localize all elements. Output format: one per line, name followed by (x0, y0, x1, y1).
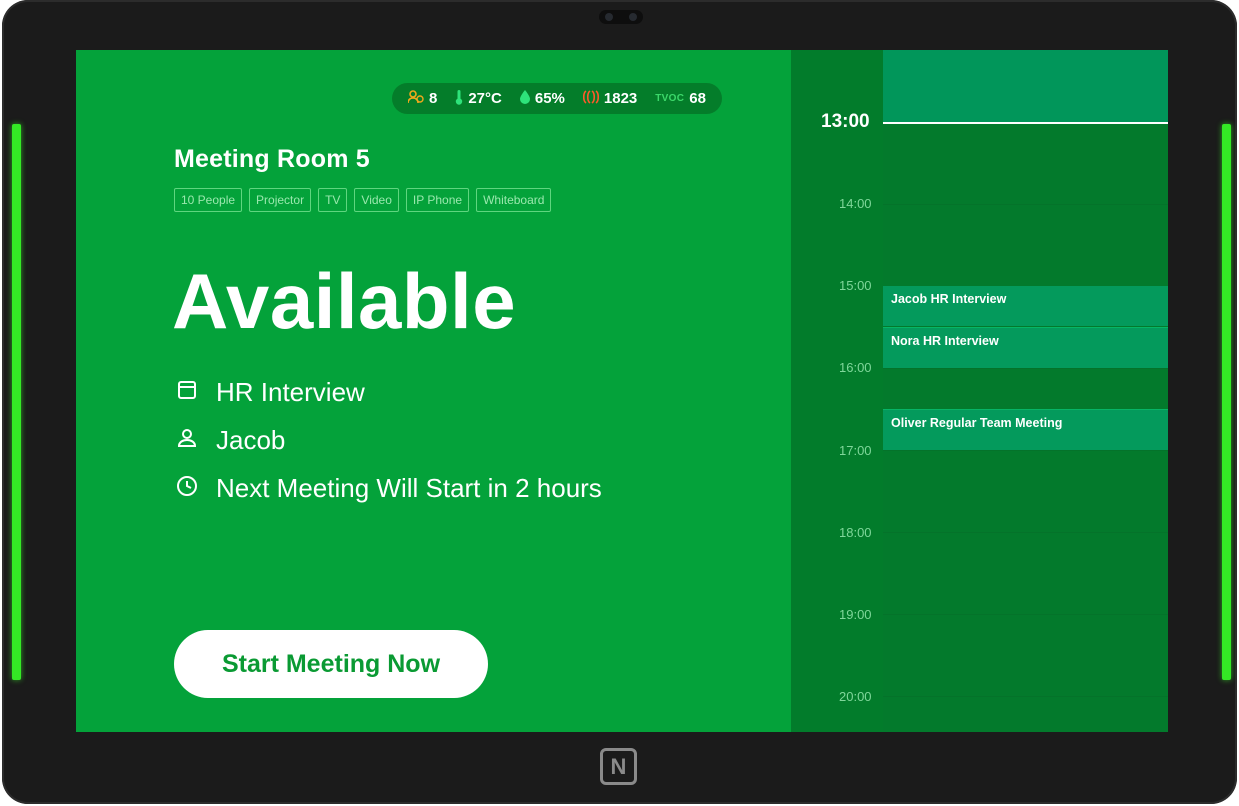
sensor-temperature: 27°C (455, 89, 502, 108)
led-strip-right (1222, 124, 1231, 680)
nfc-icon: N (600, 748, 637, 785)
hour-gridline (883, 696, 1168, 697)
room-status-panel: 8 27°C 65% 1823 TVOC 68 Meeting Room 5 1… (76, 50, 791, 732)
time-column (791, 50, 883, 732)
tablet-device: N 8 27°C 65% 1823 TVOC 68 Meeting Room 5… (2, 0, 1237, 804)
meeting-name-row: HR Interview (176, 377, 365, 408)
sensor-value: 8 (429, 90, 438, 107)
screen: 8 27°C 65% 1823 TVOC 68 Meeting Room 5 1… (76, 50, 1168, 732)
hour-gridline (883, 614, 1168, 615)
hour-gridline (883, 368, 1168, 369)
hour-label: 18:00 (839, 525, 872, 540)
sensor-value: 68 (689, 90, 706, 107)
hour-label: 14:00 (839, 196, 872, 211)
amenity-tag: IP Phone (405, 188, 470, 212)
timeline-grid (883, 50, 1168, 732)
occupancy-icon (407, 90, 424, 107)
clock-icon (176, 473, 198, 504)
hour-gridline (883, 532, 1168, 533)
sensor-value: 65% (534, 90, 565, 107)
amenity-tag: TV (318, 188, 348, 212)
calendar-event[interactable]: Oliver Regular Team Meeting (883, 409, 1168, 450)
start-meeting-button[interactable]: Start Meeting Now (174, 630, 488, 698)
calendar-icon (176, 377, 198, 408)
camera-module (599, 10, 643, 24)
person-icon (176, 425, 198, 456)
current-time-indicator (883, 122, 1168, 124)
sensor-value: 27°C (468, 90, 502, 107)
hour-label: 17:00 (839, 443, 872, 458)
organizer-name: Jacob (216, 425, 286, 455)
thermometer-icon (455, 89, 463, 108)
sensor-value: 1823 (603, 90, 638, 107)
next-meeting-text: Next Meeting Will Start in 2 hours (216, 473, 602, 503)
calendar-event[interactable]: Nora HR Interview (883, 327, 1168, 368)
amenity-tag: Whiteboard (476, 188, 552, 212)
hour-label: 15:00 (839, 278, 872, 293)
hour-gridline (883, 450, 1168, 451)
co2-icon (582, 90, 599, 107)
amenity-tag: 10 People (174, 188, 243, 212)
amenity-tag: Projector (249, 188, 312, 212)
meeting-name: HR Interview (216, 377, 365, 407)
sensor-bar: 8 27°C 65% 1823 TVOC 68 (392, 83, 722, 114)
hour-label: 20:00 (839, 689, 872, 704)
hour-gridline (883, 204, 1168, 205)
sensor-occupancy: 8 (407, 90, 438, 107)
calendar-event[interactable]: Jacob HR Interview (883, 286, 1168, 326)
room-title: Meeting Room 5 (174, 145, 370, 173)
elapsed-time-block (883, 50, 1168, 122)
tvoc-label: TVOC (655, 93, 685, 104)
next-meeting-row: Next Meeting Will Start in 2 hours (176, 473, 602, 504)
humidity-drop-icon (519, 90, 530, 107)
sensor-co2: 1823 (582, 90, 638, 107)
amenity-tag: Video (354, 188, 399, 212)
hour-label: 16:00 (839, 360, 872, 375)
availability-status: Available (172, 257, 517, 345)
room-amenity-tags: 10 People Projector TV Video IP Phone Wh… (174, 188, 552, 212)
hour-label: 19:00 (839, 607, 872, 622)
sensor-tvoc: TVOC 68 (655, 90, 706, 107)
sensor-humidity: 65% (519, 90, 565, 107)
led-strip-left (12, 124, 21, 680)
current-time-label: 13:00 (821, 111, 870, 132)
organizer-row: Jacob (176, 425, 285, 456)
schedule-timeline[interactable]: 13:00 14:00 15:00 16:00 17:00 18:00 19:0… (791, 50, 1168, 732)
